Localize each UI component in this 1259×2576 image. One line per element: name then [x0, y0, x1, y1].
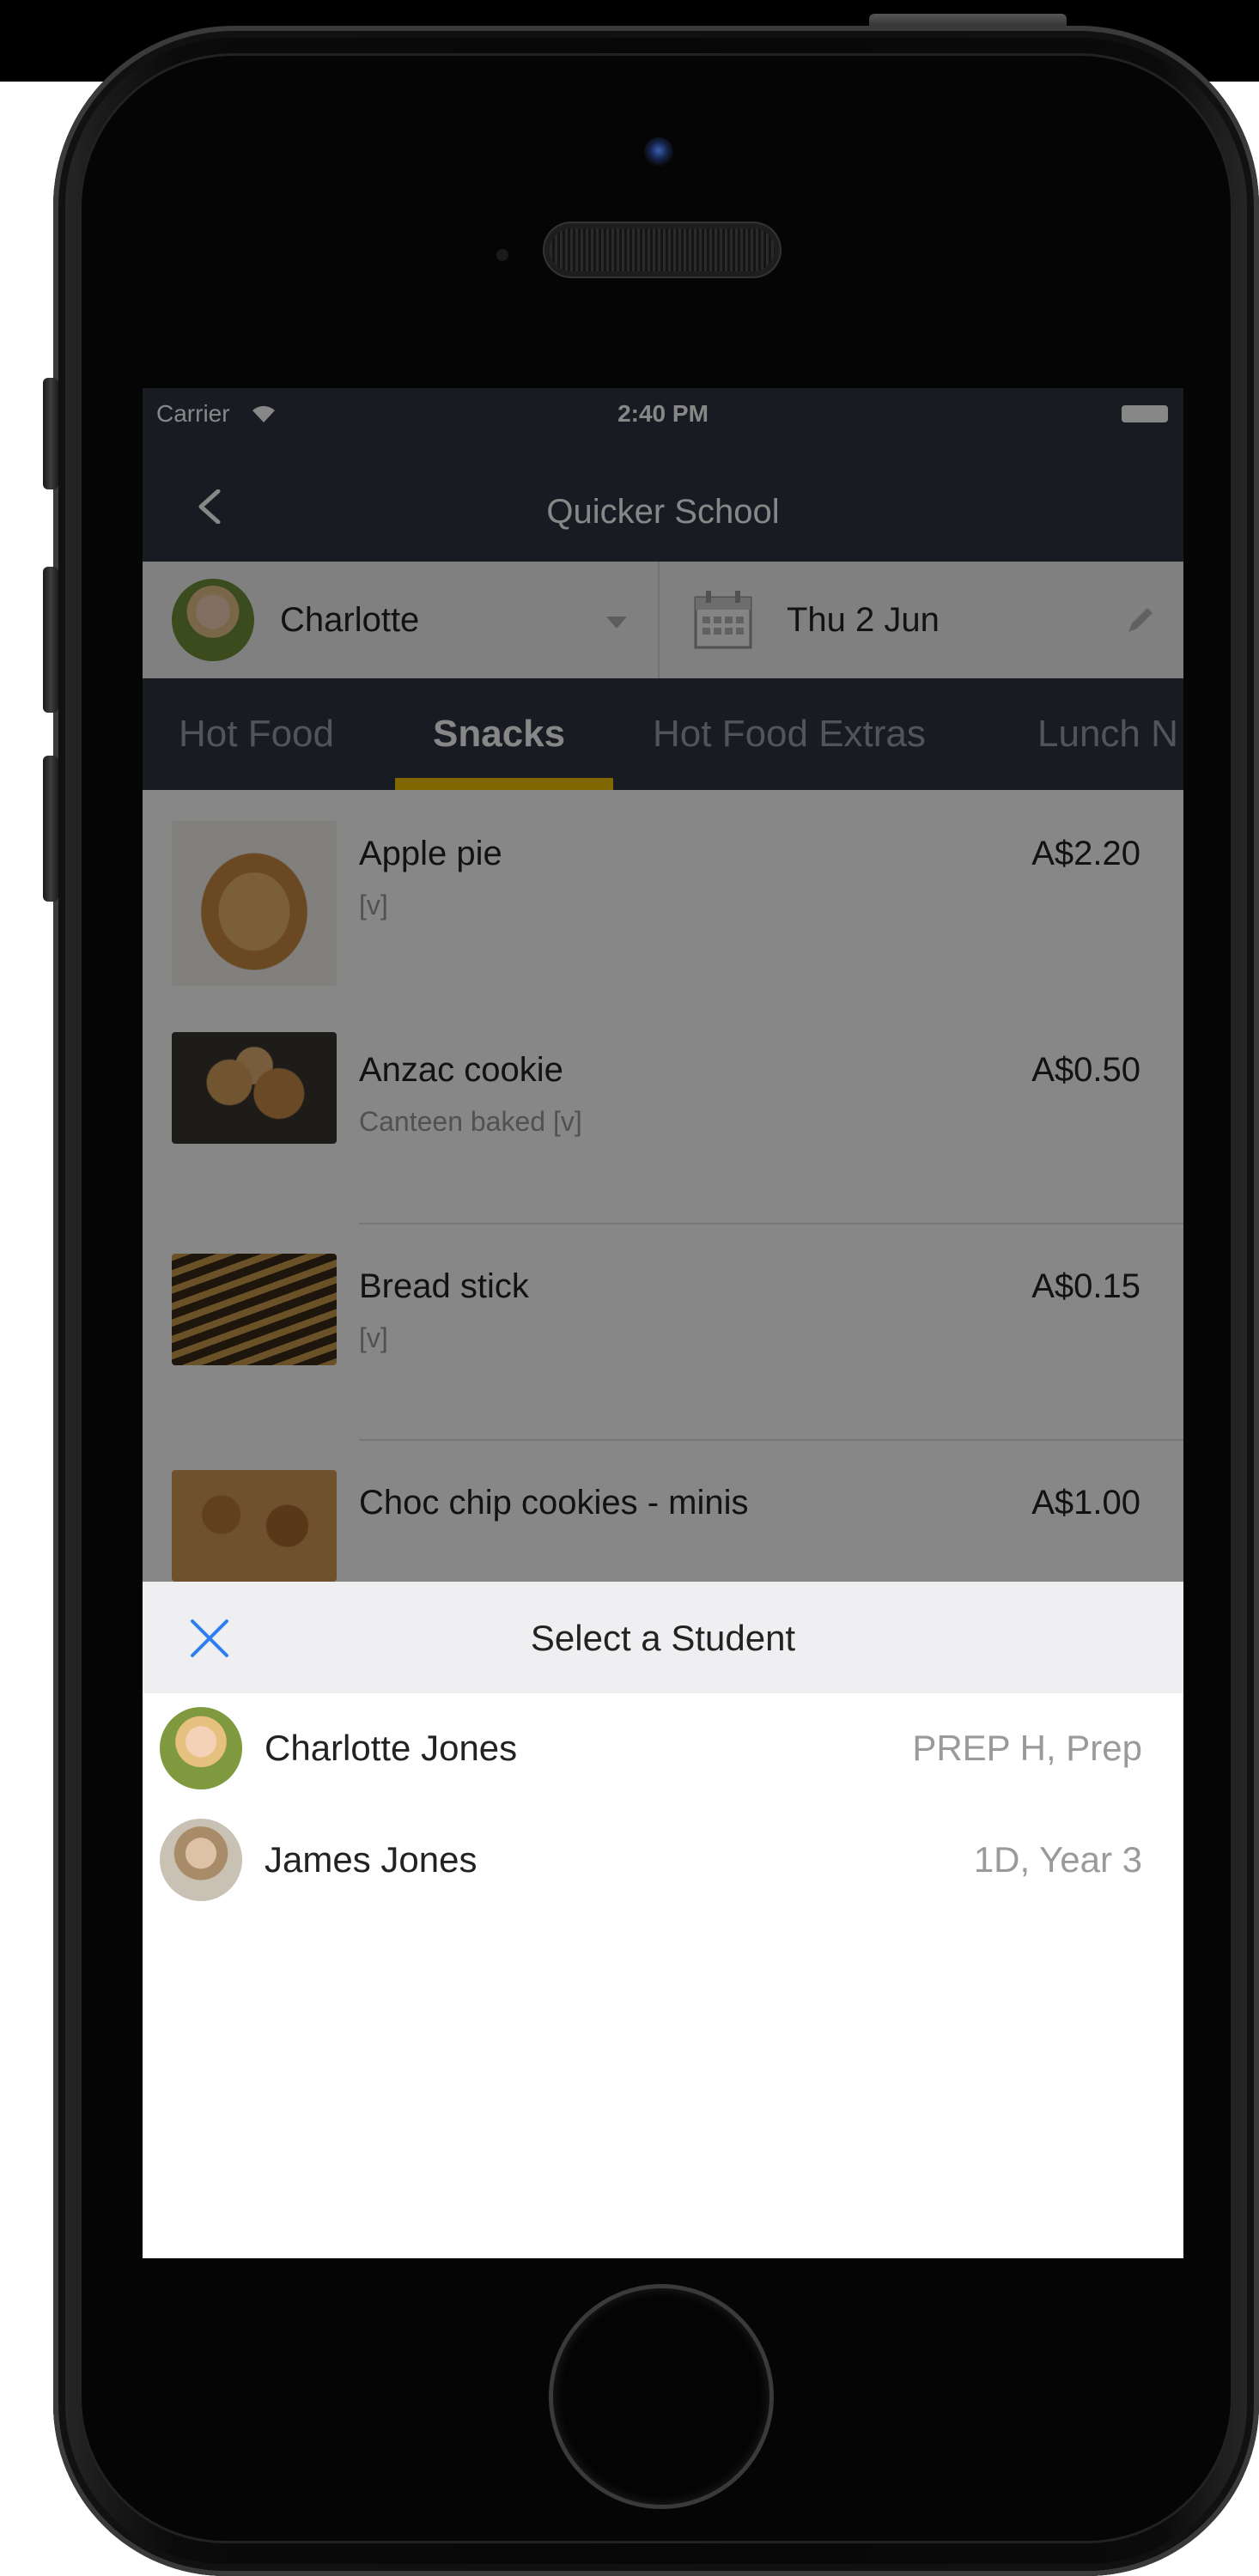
- avatar: [160, 1819, 242, 1901]
- volume-down-button: [43, 756, 58, 902]
- student-class: PREP H, Prep: [912, 1728, 1142, 1768]
- student-row-james[interactable]: James Jones 1D, Year 3: [143, 1805, 1183, 1917]
- student-picker-header: Select a Student: [143, 1582, 1183, 1693]
- student-class: 1D, Year 3: [973, 1839, 1142, 1880]
- avatar: [160, 1707, 242, 1789]
- app-screen: Carrier 2:40 PM Quicker School Charlotte: [143, 388, 1183, 2258]
- volume-up-button: [43, 567, 58, 713]
- student-list: Charlotte Jones PREP H, Prep James Jones…: [143, 1693, 1183, 2258]
- student-name: Charlotte Jones: [265, 1728, 518, 1768]
- student-name: James Jones: [265, 1839, 477, 1880]
- earpiece-speaker: [550, 228, 775, 271]
- mute-switch: [43, 378, 58, 489]
- home-button[interactable]: [553, 2288, 769, 2505]
- modal-overlay[interactable]: [143, 388, 1183, 1582]
- proximity-sensor: [496, 249, 508, 261]
- student-row-charlotte[interactable]: Charlotte Jones PREP H, Prep: [143, 1693, 1183, 1805]
- sheet-title: Select a Student: [530, 1618, 796, 1658]
- front-camera: [644, 137, 673, 167]
